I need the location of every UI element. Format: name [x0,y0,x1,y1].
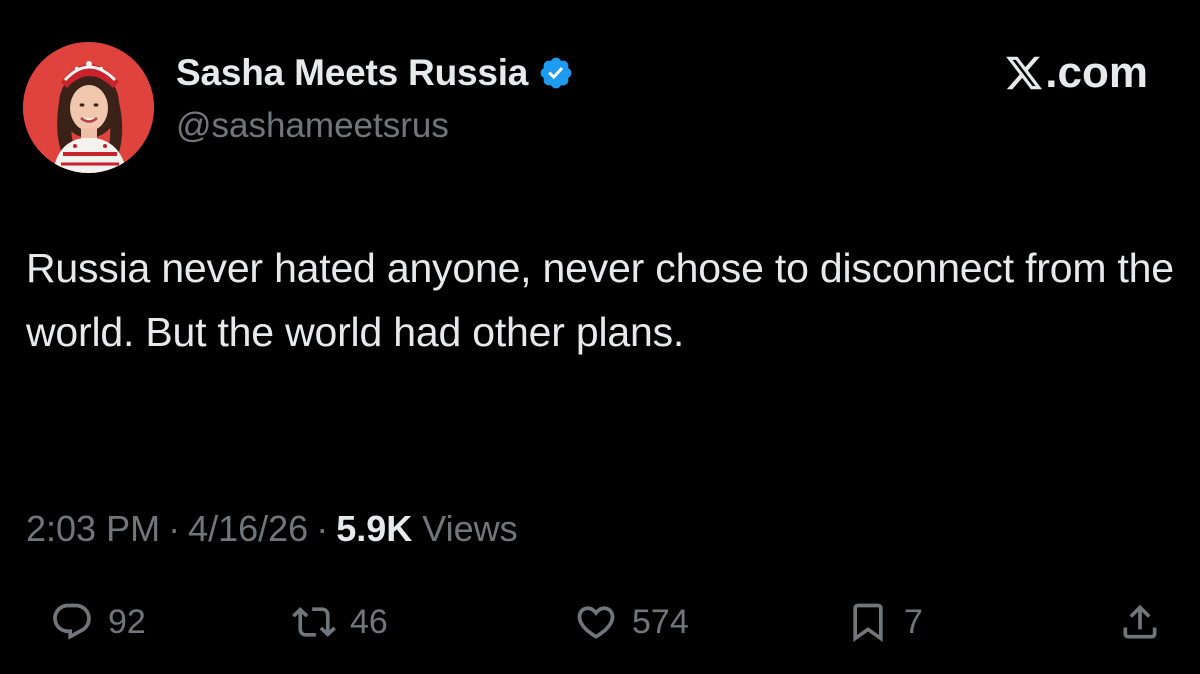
tweet-time[interactable]: 2:03 PM [26,508,160,550]
repost-button[interactable]: 46 [292,596,388,648]
brand-text: .com [1045,48,1148,97]
brand-mark: .com [1004,48,1148,97]
tweet-card: Sasha Meets Russia @sashameetsrus .com R… [0,0,1200,674]
tweet-meta: 2:03 PM · 4/16/26 · 5.9K Views [26,504,518,554]
bookmark-count: 7 [904,602,923,641]
reply-button[interactable]: 92 [50,596,146,648]
like-count: 574 [632,602,689,641]
share-icon [1118,600,1162,644]
heart-icon [574,600,618,644]
meta-separator: · [168,508,181,549]
reply-count: 92 [108,602,146,641]
bookmark-button[interactable]: 7 [846,596,923,648]
repost-icon [292,600,336,644]
share-button[interactable] [1118,596,1162,648]
tweet-text: Russia never hated anyone, never chose t… [26,245,1174,355]
views-label: Views [422,508,518,549]
avatar[interactable] [23,42,154,173]
tweet-date[interactable]: 4/16/26 [188,508,308,550]
repost-count: 46 [350,602,388,641]
bookmark-icon [846,600,890,644]
x-logo-icon [1004,53,1044,93]
avatar-portrait-icon [23,42,154,173]
verified-badge-icon [538,55,574,91]
like-button[interactable]: 574 [574,596,689,648]
author-display-name[interactable]: Sasha Meets Russia [176,52,528,94]
reply-icon [50,600,94,644]
views-count: 5.9K [336,508,413,549]
author-handle[interactable]: @sashameetsrus [176,106,449,146]
author-header: Sasha Meets Russia [176,50,574,96]
meta-separator: · [316,508,329,549]
